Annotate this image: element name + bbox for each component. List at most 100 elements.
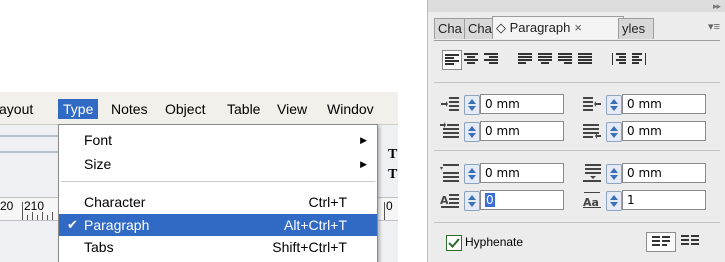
space-after-icon xyxy=(583,164,601,182)
first-line-indent-stepper[interactable] xyxy=(464,122,480,142)
space-before-input[interactable]: 0 mm xyxy=(480,163,564,183)
menu-item-shortcut: Alt+Ctrl+T xyxy=(283,217,347,233)
menu-item-label: Tabs xyxy=(84,239,114,255)
first-line-indent-field: 0 mm xyxy=(440,121,570,142)
panel-title-strip[interactable]: ▸▸ xyxy=(428,0,725,12)
align-left-button[interactable] xyxy=(442,50,462,70)
menu-view[interactable]: View xyxy=(272,99,312,119)
menu-item-shortcut: Shift+Ctrl+T xyxy=(272,239,347,255)
left-indent-stepper[interactable] xyxy=(464,95,480,115)
justify-center-button[interactable] xyxy=(536,50,554,68)
menu-item-label: Paragraph xyxy=(84,217,150,233)
space-before-icon xyxy=(440,164,459,182)
menu-item-label: Size xyxy=(84,156,112,172)
ruler-tick xyxy=(52,212,53,220)
menu-separator xyxy=(61,181,375,182)
paragraph-panel: ▸▸ Cha Cha ◇ Paragraph × yles ▾≡ 0 mm 0 … xyxy=(427,0,725,262)
balance-ragged-lines-button[interactable] xyxy=(646,232,676,252)
ruler-label: 0 xyxy=(386,199,393,213)
panel-divider xyxy=(434,150,720,151)
last-line-indent-icon xyxy=(583,124,601,139)
check-icon: ✔ xyxy=(67,217,78,232)
menu-bar: ayout Type Notes Object Table View Windo… xyxy=(0,92,398,125)
tab-paragraph-styles[interactable]: yles xyxy=(618,18,654,39)
drop-cap-characters-input[interactable]: 1 xyxy=(622,190,706,210)
first-line-indent-input[interactable]: 0 mm xyxy=(480,121,564,141)
space-before-stepper[interactable] xyxy=(464,164,480,184)
menu-item-paragraph[interactable]: ✔ Paragraph Alt+Ctrl+T xyxy=(59,214,377,236)
align-towards-spine-button[interactable] xyxy=(610,50,628,68)
align-away-from-spine-button[interactable] xyxy=(630,50,648,68)
panel-menu-icon[interactable]: ▾≡ xyxy=(708,20,720,33)
tab-paragraph[interactable]: ◇ Paragraph × xyxy=(492,16,624,39)
tab-label: ◇ Paragraph xyxy=(496,20,571,35)
space-after-field: 0 mm xyxy=(582,163,712,184)
tab-character[interactable]: Cha xyxy=(434,18,468,39)
close-icon[interactable]: × xyxy=(574,20,582,35)
last-line-indent-stepper[interactable] xyxy=(606,122,622,142)
menu-object[interactable]: Object xyxy=(160,99,210,119)
left-indent-input[interactable]: 0 mm xyxy=(480,94,564,114)
drop-cap-lines-icon: A xyxy=(440,194,459,208)
selected-value: 0 xyxy=(485,193,495,207)
type-menu-screenshot: ayout Type Notes Object Table View Windo… xyxy=(0,92,398,262)
panel-tabs: Cha Cha ◇ Paragraph × yles xyxy=(434,16,720,40)
space-before-field: 0 mm xyxy=(440,163,570,184)
span-columns-button[interactable] xyxy=(676,232,704,250)
menu-table[interactable]: Table xyxy=(222,99,265,119)
menu-item-label: Character xyxy=(84,194,146,210)
drop-cap-characters-icon: Aa xyxy=(583,192,601,209)
tab-underline xyxy=(434,40,720,41)
space-after-stepper[interactable] xyxy=(606,164,622,184)
guide-line xyxy=(0,135,58,137)
menu-notes[interactable]: Notes xyxy=(106,99,153,119)
menu-item-label: Font xyxy=(84,132,113,148)
panel-divider xyxy=(434,222,720,223)
drop-cap-characters-stepper[interactable] xyxy=(606,191,622,211)
type-dropdown-menu: Font ▶ Size ▶ Character Ctrl+T ✔ Paragra… xyxy=(58,124,378,262)
justify-right-button[interactable] xyxy=(556,50,574,68)
menu-item-character[interactable]: Character Ctrl+T xyxy=(59,191,377,213)
drop-cap-lines-input[interactable]: 0 xyxy=(480,190,564,210)
submenu-arrow-icon: ▶ xyxy=(360,159,367,169)
guide-line xyxy=(0,151,58,153)
ruler-label: 210 xyxy=(24,199,45,213)
ruler-tick xyxy=(37,215,38,220)
submenu-arrow-icon: ▶ xyxy=(360,135,367,145)
text-frame-glyph: T xyxy=(388,147,398,162)
menu-window[interactable]: Windov xyxy=(322,99,379,119)
drop-cap-lines-field: A 0 xyxy=(440,190,570,211)
justify-left-button[interactable] xyxy=(516,50,534,68)
align-right-button[interactable] xyxy=(482,50,500,68)
hyphenate-checkbox[interactable] xyxy=(446,235,462,251)
ruler-label: 20 xyxy=(0,199,14,213)
drop-cap-characters-field: Aa 1 xyxy=(582,190,712,211)
svg-text:A: A xyxy=(440,194,449,207)
checkmark-icon xyxy=(448,238,460,248)
panel-divider xyxy=(434,82,720,83)
menu-item-size[interactable]: Size ▶ xyxy=(59,153,377,175)
left-indent-icon xyxy=(441,97,459,111)
drop-cap-lines-stepper[interactable] xyxy=(464,191,480,211)
ruler-tick xyxy=(27,215,28,220)
last-line-indent-input[interactable]: 0 mm xyxy=(622,121,706,141)
panel-grip-icon[interactable]: ▸▸ xyxy=(713,1,721,12)
menu-item-tabs[interactable]: Tabs Shift+Ctrl+T xyxy=(59,236,377,258)
menu-item-font[interactable]: Font ▶ xyxy=(59,129,377,151)
ruler-tick xyxy=(42,212,43,220)
align-center-button[interactable] xyxy=(462,50,480,68)
menu-type[interactable]: Type xyxy=(58,99,99,119)
ruler-tick xyxy=(22,202,23,220)
ruler-tick xyxy=(32,212,33,220)
right-indent-icon xyxy=(583,97,601,111)
space-after-input[interactable]: 0 mm xyxy=(622,163,706,183)
right-indent-field: 0 mm xyxy=(582,94,712,115)
right-indent-stepper[interactable] xyxy=(606,95,622,115)
ruler-tick xyxy=(47,215,48,220)
hyphenate-label: Hyphenate xyxy=(465,235,524,249)
ruler-tick xyxy=(384,202,385,220)
left-indent-field: 0 mm xyxy=(440,94,570,115)
justify-all-button[interactable] xyxy=(576,50,594,68)
menu-layout[interactable]: ayout xyxy=(0,99,38,119)
right-indent-input[interactable]: 0 mm xyxy=(622,94,706,114)
